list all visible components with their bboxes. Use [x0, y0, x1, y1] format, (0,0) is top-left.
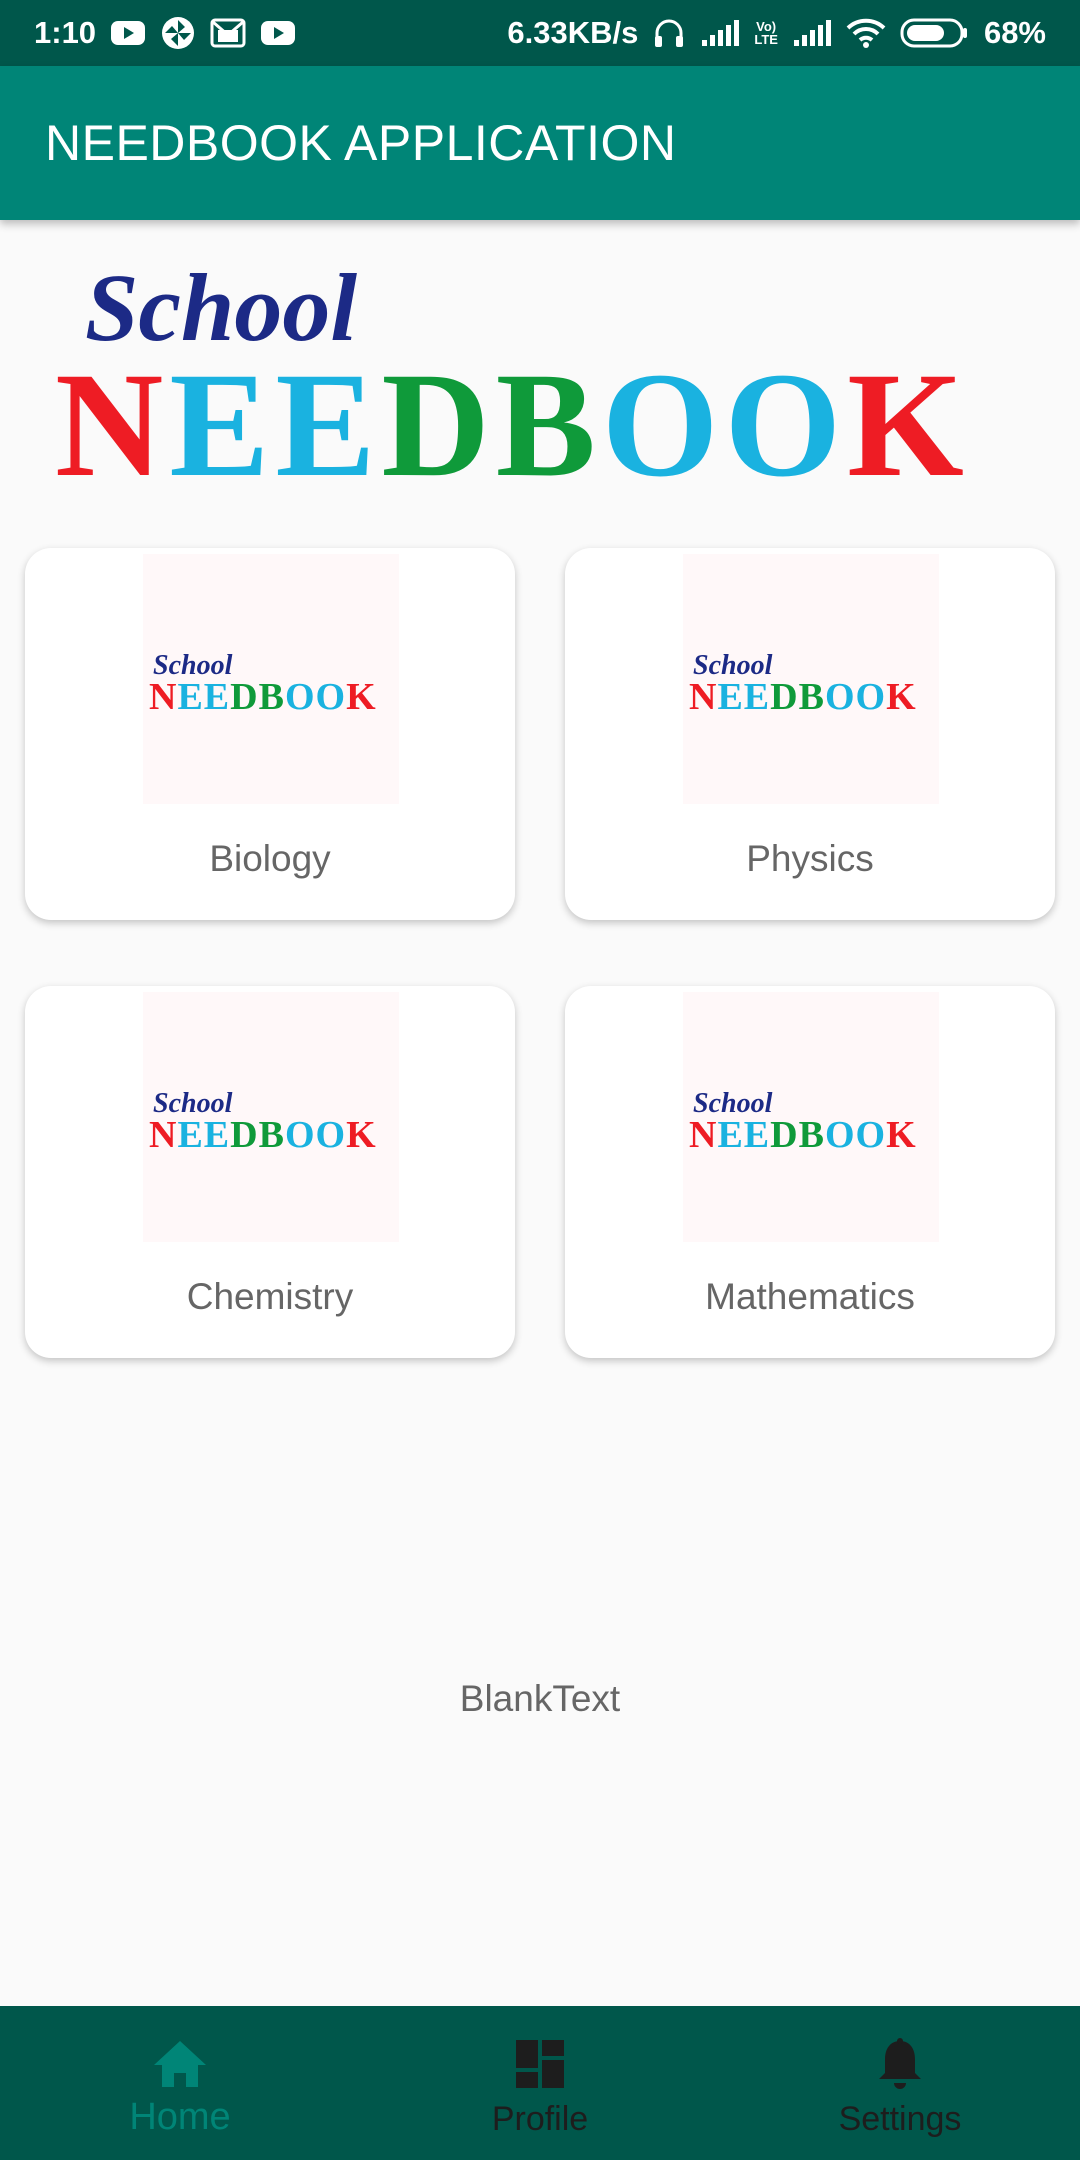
card-logo-image: School NEEDBOOK [683, 992, 939, 1242]
card-logo-image: School NEEDBOOK [143, 554, 399, 804]
app-bar: NEEDBOOK APPLICATION [0, 66, 1080, 220]
svg-text:NEEDBOOK: NEEDBOOK [55, 342, 970, 500]
app-title: NEEDBOOK APPLICATION [45, 115, 677, 171]
card-label: Chemistry [186, 1276, 354, 1317]
svg-text:NEEDBOOK: NEEDBOOK [689, 676, 917, 718]
signal-icon [792, 18, 832, 48]
battery-percent: 68% [983, 15, 1046, 50]
headphones-icon [652, 16, 686, 50]
svg-text:NEEDBOOK: NEEDBOOK [149, 1114, 377, 1156]
nav-home[interactable]: Home [30, 2006, 330, 2160]
subject-card-biology[interactable]: School NEEDBOOK Biology [25, 548, 515, 920]
gmail-icon [210, 18, 246, 48]
wifi-icon [846, 18, 886, 48]
home-icon [152, 2034, 208, 2094]
bottom-navigation: Home Profile Settings [0, 2006, 1080, 2160]
card-logo-image: School NEEDBOOK [683, 554, 939, 804]
subject-card-physics[interactable]: School NEEDBOOK Physics [565, 548, 1055, 920]
dashboard-icon [514, 2034, 566, 2094]
nav-settings[interactable]: Settings [750, 2006, 1050, 2160]
subject-card-chemistry[interactable]: School NEEDBOOK Chemistry [25, 986, 515, 1358]
bell-icon [876, 2034, 924, 2094]
signal-icon [700, 18, 740, 48]
status-time: 1:10 [34, 15, 97, 50]
youtube-icon [260, 20, 296, 46]
network-speed: 6.33KB/s [507, 15, 639, 50]
pinwheel-icon [160, 15, 196, 51]
subject-card-mathematics[interactable]: School NEEDBOOK Mathematics [565, 986, 1055, 1358]
nav-settings-label: Settings [838, 2100, 962, 2138]
svg-text:NEEDBOOK: NEEDBOOK [149, 676, 377, 718]
nav-profile-label: Profile [491, 2100, 589, 2138]
banner-logo: School NEEDBOOK [55, 250, 1035, 508]
youtube-icon [110, 20, 146, 46]
volte-icon: Vo) LTE [754, 19, 778, 47]
svg-text:NEEDBOOK: NEEDBOOK [689, 1114, 917, 1156]
nav-profile[interactable]: Profile [390, 2006, 690, 2160]
blank-text: BlankText [459, 1678, 621, 1719]
card-logo-image: School NEEDBOOK [143, 992, 399, 1242]
card-label: Physics [746, 838, 874, 879]
nav-home-label: Home [129, 2096, 231, 2138]
card-label: Mathematics [705, 1276, 915, 1317]
battery-icon [900, 17, 970, 49]
status-bar: 1:10 6.33KB/s Vo) LTE 68% [0, 0, 1080, 66]
card-label: Biology [209, 838, 331, 879]
